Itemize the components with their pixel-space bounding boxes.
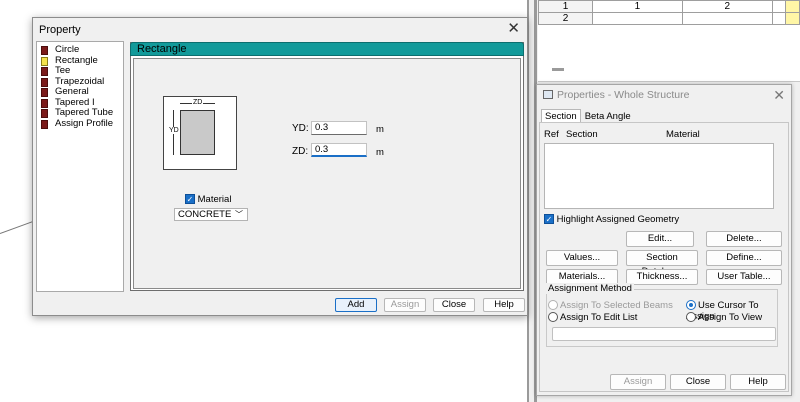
section-icon [41,88,48,97]
dimension-yd-label: YD [169,127,179,134]
grid-cell[interactable]: 1 [592,0,683,13]
properties-tabs: Section Beta Angle [541,109,635,124]
radio-icon [686,300,696,311]
close-icon[interactable]: ✕ [773,87,785,104]
grid-cell[interactable] [771,12,787,25]
material-checkbox[interactable]: ✓ Material [185,194,231,205]
grid-scrollbar[interactable] [552,68,564,71]
zd-label: ZD: [292,146,309,157]
tree-item-assign-profile[interactable]: Assign Profile [37,117,123,130]
yd-label: YD: [292,123,309,134]
section-icon [41,56,48,66]
col-material[interactable]: Material [666,129,700,140]
tree-label: Tee [55,65,71,76]
radio-label: Assign To Selected Beams [560,300,673,311]
zd-input[interactable]: 0.3 [311,143,367,157]
zd-unit: m [376,147,384,158]
values-button[interactable]: Values... [546,250,618,266]
assign-button[interactable]: Assign [610,374,666,390]
edit-button[interactable]: Edit... [626,231,694,247]
radio-icon [686,312,696,323]
section-icon [41,119,48,129]
background-line [0,220,34,234]
grid-cell[interactable] [592,12,683,25]
add-button[interactable]: Add [335,298,377,312]
define-button[interactable]: Define... [706,250,782,266]
user-table-button[interactable]: User Table... [706,269,782,285]
properties-panel: Properties - Whole Structure ✕ Section B… [536,84,792,396]
tree-label: Trapezoidal [55,75,105,87]
assignment-list-field[interactable] [552,327,776,341]
panel-title: Rectangle [137,43,187,55]
tree-label: Assign Profile [55,117,114,129]
col-ref[interactable]: Ref [544,129,559,140]
assignment-method-label: Assignment Method [546,283,634,294]
tree-label: Circle [55,44,80,55]
help-button[interactable]: Help [483,298,525,312]
check-icon: ✓ [544,214,554,225]
tree-label: Rectangle [55,54,98,66]
section-icon [41,98,48,108]
material-select[interactable]: CONCRETE ﹀ [174,208,248,221]
section-icon [41,67,48,76]
panel-header: Rectangle [130,42,524,56]
properties-titlebar[interactable]: Properties - Whole Structure ✕ [537,85,791,105]
tree-item-rectangle[interactable]: Rectangle [37,54,123,67]
section-list[interactable] [544,143,774,209]
row-header[interactable]: 2 [538,12,593,25]
close-button[interactable]: Close [433,298,475,312]
rectangle-shape [180,110,215,155]
radio-label: Assign To View [698,312,763,323]
check-icon: ✓ [185,194,195,205]
grid-cell[interactable] [681,12,773,25]
close-icon[interactable]: ✕ [507,19,520,37]
spreadsheet-grid: 1 1 2 2 [538,0,800,25]
radio-icon [548,300,558,311]
window-icon [543,90,553,99]
dialog-title: Property [39,24,81,36]
radio-assign-view[interactable]: Assign To View [686,312,762,323]
material-value: CONCRETE [178,209,232,220]
section-icon [41,77,48,87]
radio-assign-selected-beams[interactable]: Assign To Selected Beams [548,300,673,311]
property-dialog: Property ✕ Circle Rectangle Tee Trapezoi… [32,17,528,316]
grid-blank-area [538,24,800,82]
panel-content: ZD YD YD: 0.3 m ZD: 0.3 m ✓ Material CON… [133,58,521,289]
grid-cell[interactable]: 2 [681,0,773,13]
properties-body: Ref Section Material ✓ Highlight Assigne… [539,122,789,392]
chevron-down-icon: ﹀ [235,210,243,219]
dimension-zd-label: ZD [192,99,204,106]
help-button[interactable]: Help [730,374,786,390]
rectangle-panel: Rectangle ZD YD YD: 0.3 m ZD: 0.3 m ✓ Ma… [130,42,524,291]
section-type-tree: Circle Rectangle Tee Trapezoidal General… [36,41,124,292]
section-database-button[interactable]: Section Database [626,250,698,277]
grid-cell[interactable] [771,0,787,13]
properties-title: Properties - Whole Structure [557,89,690,101]
yd-unit: m [376,124,384,135]
radio-assign-edit-list[interactable]: Assign To Edit List [548,312,637,323]
tree-label: Tapered Tube [55,107,114,118]
material-label: Material [197,194,232,205]
tree-label: General [55,86,89,97]
highlight-label: Highlight Assigned Geometry [556,214,680,225]
radio-label: Assign To Edit List [560,312,638,323]
highlight-checkbox[interactable]: ✓ Highlight Assigned Geometry [544,214,679,225]
grid-cell[interactable] [785,0,800,13]
tree-label: Tapered I [55,96,95,108]
assign-button[interactable]: Assign [384,298,426,312]
grid-cell[interactable] [785,12,800,25]
thickness-button[interactable]: Thickness... [626,269,698,285]
close-button[interactable]: Close [670,374,726,390]
section-icon [41,46,48,55]
radio-icon [548,312,558,323]
row-header[interactable]: 1 [538,0,593,13]
col-section[interactable]: Section [566,129,598,140]
rectangle-section-diagram: ZD YD [163,96,237,170]
section-icon [41,109,48,118]
yd-input[interactable]: 0.3 [311,121,367,135]
delete-button[interactable]: Delete... [706,231,782,247]
